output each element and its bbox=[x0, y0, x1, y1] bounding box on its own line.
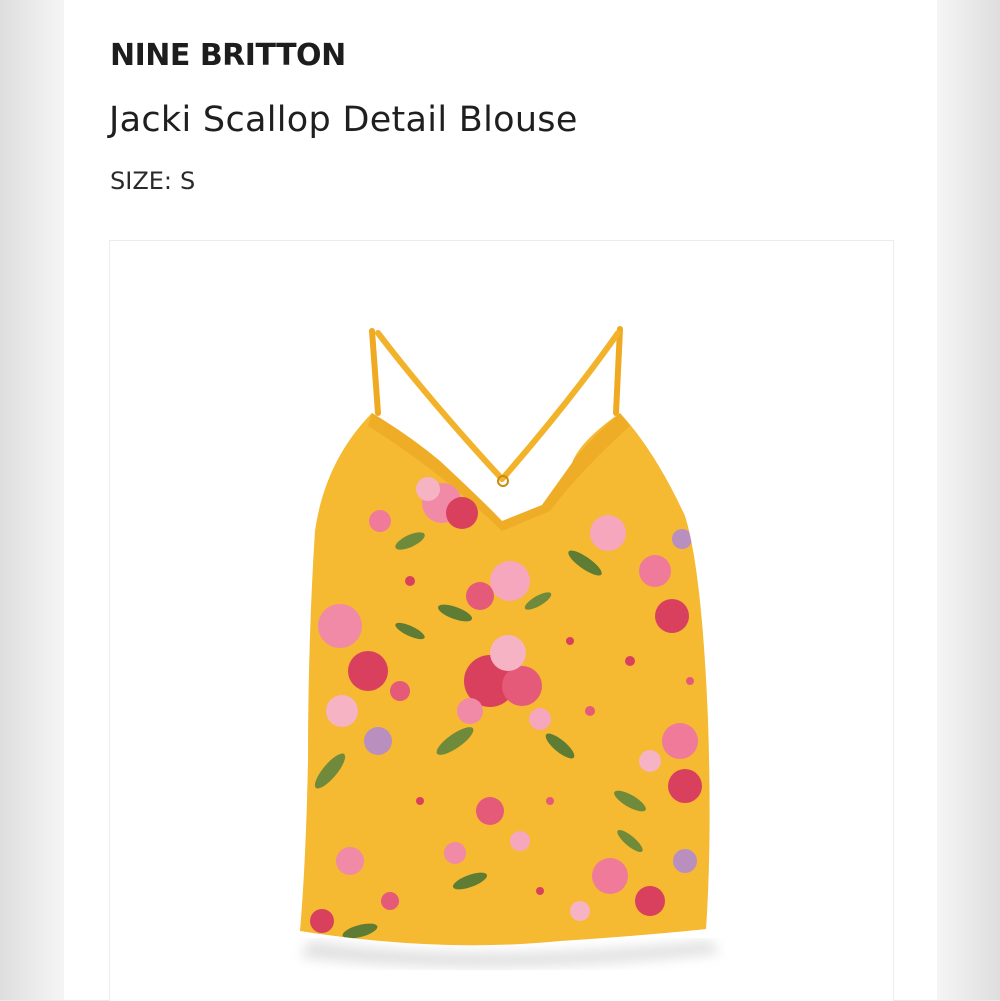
brand-name[interactable]: NINE BRITTON bbox=[110, 38, 346, 73]
garment-body bbox=[300, 413, 710, 946]
size-value: S bbox=[180, 167, 196, 195]
size-row: SIZE: S bbox=[110, 167, 195, 195]
garment-photo bbox=[300, 326, 720, 968]
garment-shadow bbox=[300, 941, 720, 968]
product-title: Jacki Scallop Detail Blouse bbox=[109, 100, 578, 140]
size-label: SIZE: bbox=[110, 167, 173, 195]
product-image[interactable] bbox=[109, 240, 894, 1001]
product-card: NINE BRITTON Jacki Scallop Detail Blouse… bbox=[64, 0, 937, 1001]
